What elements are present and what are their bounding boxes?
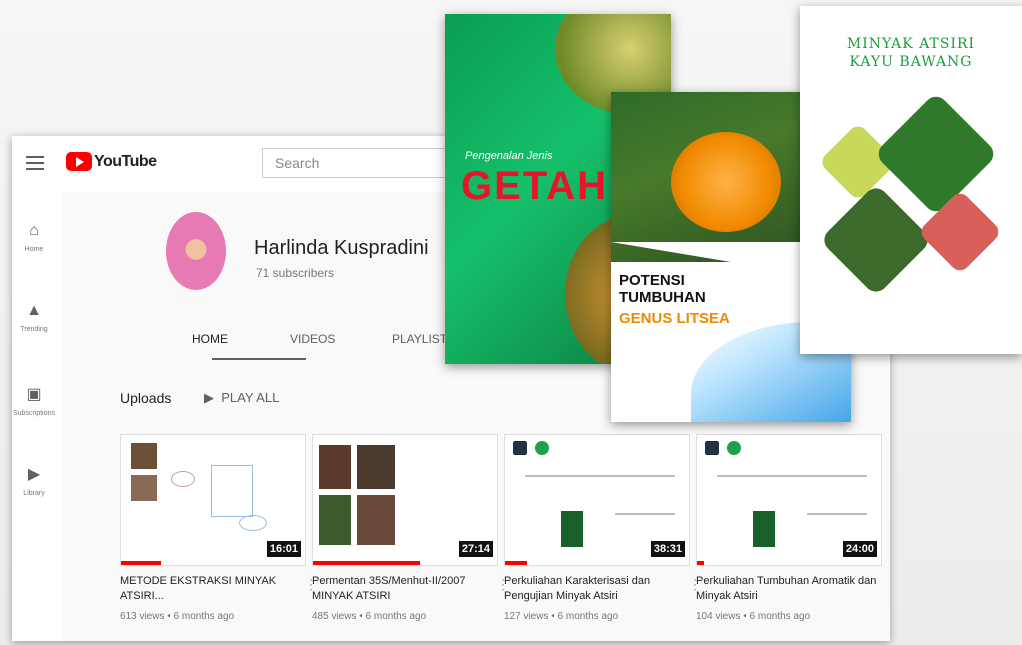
uploads-title: Uploads <box>120 390 172 406</box>
video-meta: 485 views • 6 months ago <box>312 611 427 622</box>
book-title-line-2: TUMBUHAN <box>619 289 706 306</box>
tab-home[interactable]: HOME <box>192 332 228 346</box>
play-icon <box>66 152 92 171</box>
book-cover-kayu-bawang: MINYAK ATSIRI KAYU BAWANG <box>800 6 1022 354</box>
book-title-line-2: KAYU BAWANG <box>849 54 973 70</box>
nav-item-home[interactable]: ⌂ Home <box>12 222 56 253</box>
book-title-line-3: GENUS LITSEA <box>619 310 730 327</box>
watch-progress <box>505 561 528 565</box>
avatar[interactable] <box>166 212 226 290</box>
video-duration: 27:14 <box>458 541 493 557</box>
library-icon: ▶ <box>27 466 41 483</box>
video-card[interactable]: 24:00 Perkuliahan Tumbuhan Aromatik dan … <box>696 434 882 622</box>
video-card[interactable]: 38:31 Perkuliahan Karakterisasi dan Peng… <box>504 434 702 622</box>
video-meta: 613 views • 6 months ago <box>120 611 235 622</box>
watch-progress <box>121 561 162 565</box>
channel-name: Harlinda Kuspradini <box>254 237 429 259</box>
video-thumbnail[interactable]: 38:31 <box>504 434 690 566</box>
tab-videos[interactable]: VIDEOS <box>290 332 335 346</box>
video-meta: 127 views • 6 months ago <box>504 611 619 622</box>
video-thumbnail[interactable]: 24:00 <box>696 434 882 566</box>
play-all-label: PLAY ALL <box>221 390 280 405</box>
video-title[interactable]: Perkuliahan Karakterisasi dan Pengujian … <box>504 574 690 606</box>
video-thumbnail[interactable]: 16:01 <box>120 434 306 566</box>
home-icon: ⌂ <box>29 222 39 239</box>
nav-label: Library <box>23 490 45 497</box>
nav-label: Subscriptions <box>12 410 56 417</box>
video-title[interactable]: Permentan 35S/Menhut-II/2007 MINYAK ATSI… <box>312 574 498 606</box>
video-duration: 16:01 <box>266 541 301 557</box>
book-title: GETAH <box>461 164 609 208</box>
menu-icon[interactable] <box>26 156 44 170</box>
logo-text: YouTube <box>94 152 157 170</box>
video-title[interactable]: Perkuliahan Tumbuhan Aromatik dan Minyak… <box>696 574 882 606</box>
book-subtitle: Pengenalan Jenis <box>465 150 553 162</box>
video-duration: 38:31 <box>650 541 685 557</box>
nav-label: Trending <box>20 326 48 333</box>
book-title-line-1: MINYAK ATSIRI <box>846 36 976 52</box>
video-card[interactable]: 27:14 Permentan 35S/Menhut-II/2007 MINYA… <box>312 434 510 622</box>
video-meta: 104 views • 6 months ago <box>696 611 811 622</box>
video-duration: 24:00 <box>842 541 877 557</box>
watch-progress <box>313 561 420 565</box>
video-thumbnail[interactable]: 27:14 <box>312 434 498 566</box>
nav-label: Home <box>24 246 44 253</box>
subscriptions-icon: ▣ <box>26 386 42 403</box>
video-card[interactable]: 16:01 METODE EKSTRAKSI MINYAK ATSIRI... … <box>120 434 318 622</box>
nav-item-library[interactable]: ▶ Library <box>12 464 56 497</box>
active-tab-indicator <box>212 358 306 360</box>
nav-item-trending[interactable]: ▲ Trending <box>12 302 56 333</box>
book-title-line-1: POTENSI <box>619 272 685 289</box>
play-all-button[interactable]: ▶ PLAY ALL <box>204 390 279 406</box>
youtube-logo[interactable]: YouTube <box>66 152 157 171</box>
subscriber-count: 71 subscribers <box>256 266 335 280</box>
left-nav: ⌂ Home ▲ Trending ▣ Subscriptions ▶ Libr… <box>12 192 56 641</box>
trending-icon: ▲ <box>26 302 42 319</box>
video-title[interactable]: METODE EKSTRAKSI MINYAK ATSIRI... <box>120 574 306 606</box>
nav-item-subscriptions[interactable]: ▣ Subscriptions <box>12 384 56 417</box>
watch-progress <box>697 561 705 565</box>
